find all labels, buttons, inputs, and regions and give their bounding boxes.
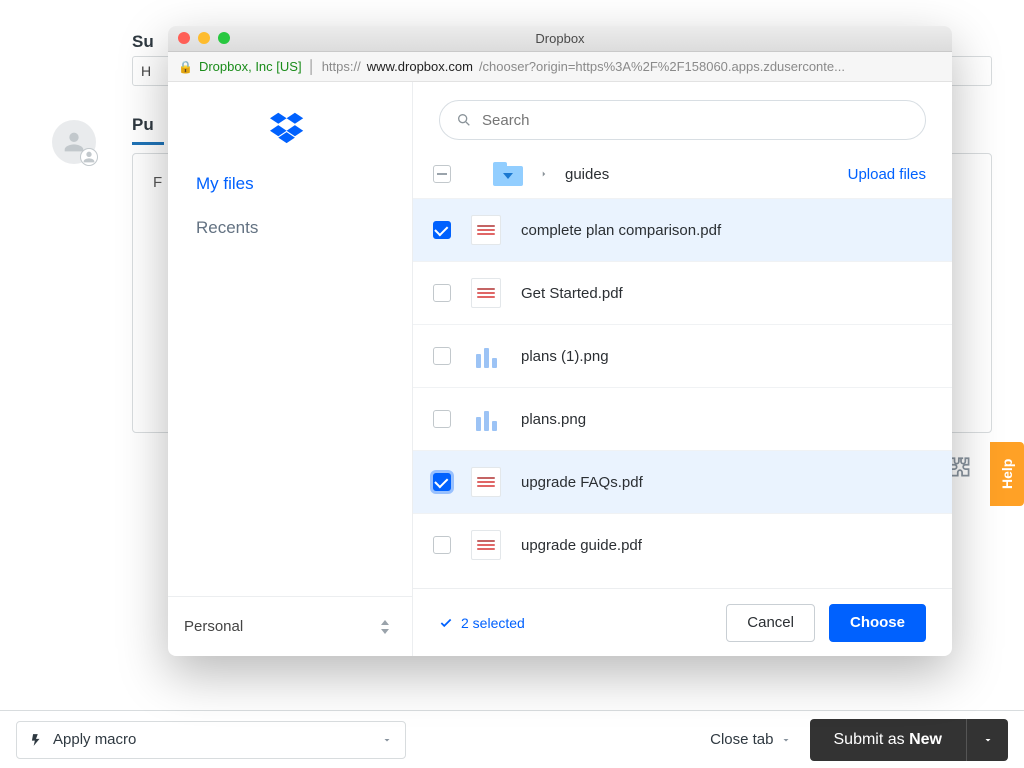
file-checkbox[interactable] bbox=[433, 410, 451, 428]
public-reply-tab[interactable]: Pu bbox=[132, 115, 154, 135]
file-name: plans (1).png bbox=[521, 348, 609, 365]
zoom-window-icon[interactable] bbox=[218, 32, 230, 44]
lock-icon: 🔒 bbox=[178, 60, 193, 74]
file-checkbox[interactable] bbox=[433, 347, 451, 365]
url-host: www.dropbox.com bbox=[367, 59, 473, 74]
file-row[interactable]: Get Started.pdf bbox=[413, 261, 952, 324]
file-row[interactable]: plans.png bbox=[413, 387, 952, 450]
account-switcher[interactable]: Personal bbox=[168, 596, 412, 656]
sidebar-item-recents[interactable]: Recents bbox=[196, 218, 384, 238]
image-thumbnail-icon bbox=[471, 341, 501, 371]
chooser-main: guides Upload files complete plan compar… bbox=[413, 82, 952, 656]
file-checkbox[interactable] bbox=[433, 536, 451, 554]
url-rest: /chooser?origin=https%3A%2F%2F158060.app… bbox=[479, 59, 845, 74]
submit-group: Submit as New bbox=[810, 719, 1009, 761]
file-row[interactable]: complete plan comparison.pdf bbox=[413, 198, 952, 261]
address-bar[interactable]: 🔒 Dropbox, Inc [US] │ https:// www.dropbo… bbox=[168, 52, 952, 82]
avatar-badge-icon bbox=[80, 148, 98, 166]
file-checkbox[interactable] bbox=[433, 284, 451, 302]
chevron-down-icon bbox=[982, 734, 994, 746]
chevron-right-icon bbox=[539, 166, 549, 182]
apply-macro-label: Apply macro bbox=[53, 731, 136, 748]
check-icon bbox=[439, 616, 453, 630]
file-name: complete plan comparison.pdf bbox=[521, 222, 721, 239]
upload-files-link[interactable]: Upload files bbox=[848, 166, 926, 183]
search-field[interactable] bbox=[439, 100, 926, 140]
close-window-icon[interactable] bbox=[178, 32, 190, 44]
cancel-button[interactable]: Cancel bbox=[726, 604, 815, 642]
file-row[interactable]: upgrade guide.pdf bbox=[413, 513, 952, 576]
ssl-org: Dropbox, Inc [US] bbox=[199, 59, 302, 74]
compose-panel-glimpse: F bbox=[153, 174, 162, 191]
file-checkbox[interactable] bbox=[433, 221, 451, 239]
document-thumbnail-icon bbox=[471, 530, 501, 560]
search-input[interactable] bbox=[482, 112, 909, 129]
document-thumbnail-icon bbox=[471, 278, 501, 308]
choose-button[interactable]: Choose bbox=[829, 604, 926, 642]
selection-count: 2 selected bbox=[439, 615, 525, 631]
folder-icon bbox=[493, 162, 523, 186]
file-name: upgrade guide.pdf bbox=[521, 537, 642, 554]
chooser-sidebar: My files Recents Personal bbox=[168, 82, 413, 656]
window-traffic-lights[interactable] bbox=[178, 32, 230, 44]
subject-label: Su bbox=[132, 32, 154, 52]
submit-status: New bbox=[909, 731, 942, 748]
sidebar-item-my-files[interactable]: My files bbox=[196, 174, 384, 194]
window-titlebar[interactable]: Dropbox bbox=[168, 26, 952, 52]
submit-button[interactable]: Submit as New bbox=[810, 719, 967, 761]
dropbox-chooser-window: Dropbox 🔒 Dropbox, Inc [US] │ https:// ww… bbox=[168, 26, 952, 656]
breadcrumb-row: guides Upload files bbox=[413, 148, 952, 198]
dropbox-logo-icon bbox=[168, 82, 412, 174]
file-checkbox[interactable] bbox=[433, 473, 451, 491]
document-thumbnail-icon bbox=[471, 215, 501, 245]
sidebar-nav: My files Recents bbox=[168, 174, 412, 238]
chevron-down-icon bbox=[780, 734, 792, 746]
breadcrumb-folder[interactable]: guides bbox=[565, 166, 609, 183]
file-name: Get Started.pdf bbox=[521, 285, 623, 302]
file-list: complete plan comparison.pdf Get Started.… bbox=[413, 198, 952, 588]
select-all-checkbox[interactable] bbox=[433, 165, 451, 183]
file-name: plans.png bbox=[521, 411, 586, 428]
submit-caret-button[interactable] bbox=[966, 719, 1008, 761]
minimize-window-icon[interactable] bbox=[198, 32, 210, 44]
account-stepper-icon bbox=[380, 620, 390, 634]
selection-count-text: 2 selected bbox=[461, 615, 525, 631]
file-row[interactable]: upgrade FAQs.pdf bbox=[413, 450, 952, 513]
ticket-bottom-bar: Apply macro Close tab Submit as New bbox=[0, 710, 1024, 768]
help-side-tab[interactable]: Help bbox=[990, 442, 1024, 506]
close-tab-label: Close tab bbox=[710, 731, 773, 748]
window-title: Dropbox bbox=[535, 31, 584, 46]
submit-prefix: Submit as bbox=[834, 731, 910, 748]
public-reply-underline bbox=[132, 142, 164, 145]
image-thumbnail-icon bbox=[471, 404, 501, 434]
avatar bbox=[52, 120, 96, 164]
account-label: Personal bbox=[184, 618, 243, 635]
url-prefix: https:// bbox=[322, 59, 361, 74]
chooser-footer: 2 selected Cancel Choose bbox=[413, 588, 952, 656]
subject-input-glimpse: H bbox=[141, 63, 151, 79]
apply-macro-dropdown[interactable]: Apply macro bbox=[16, 721, 406, 759]
file-name: upgrade FAQs.pdf bbox=[521, 474, 643, 491]
document-thumbnail-icon bbox=[471, 467, 501, 497]
file-row[interactable]: plans (1).png bbox=[413, 324, 952, 387]
url-separator: │ bbox=[308, 59, 316, 74]
search-icon bbox=[456, 112, 472, 128]
close-tab-button[interactable]: Close tab bbox=[710, 731, 791, 748]
chevron-down-icon bbox=[381, 734, 393, 746]
bolt-icon bbox=[29, 733, 43, 747]
